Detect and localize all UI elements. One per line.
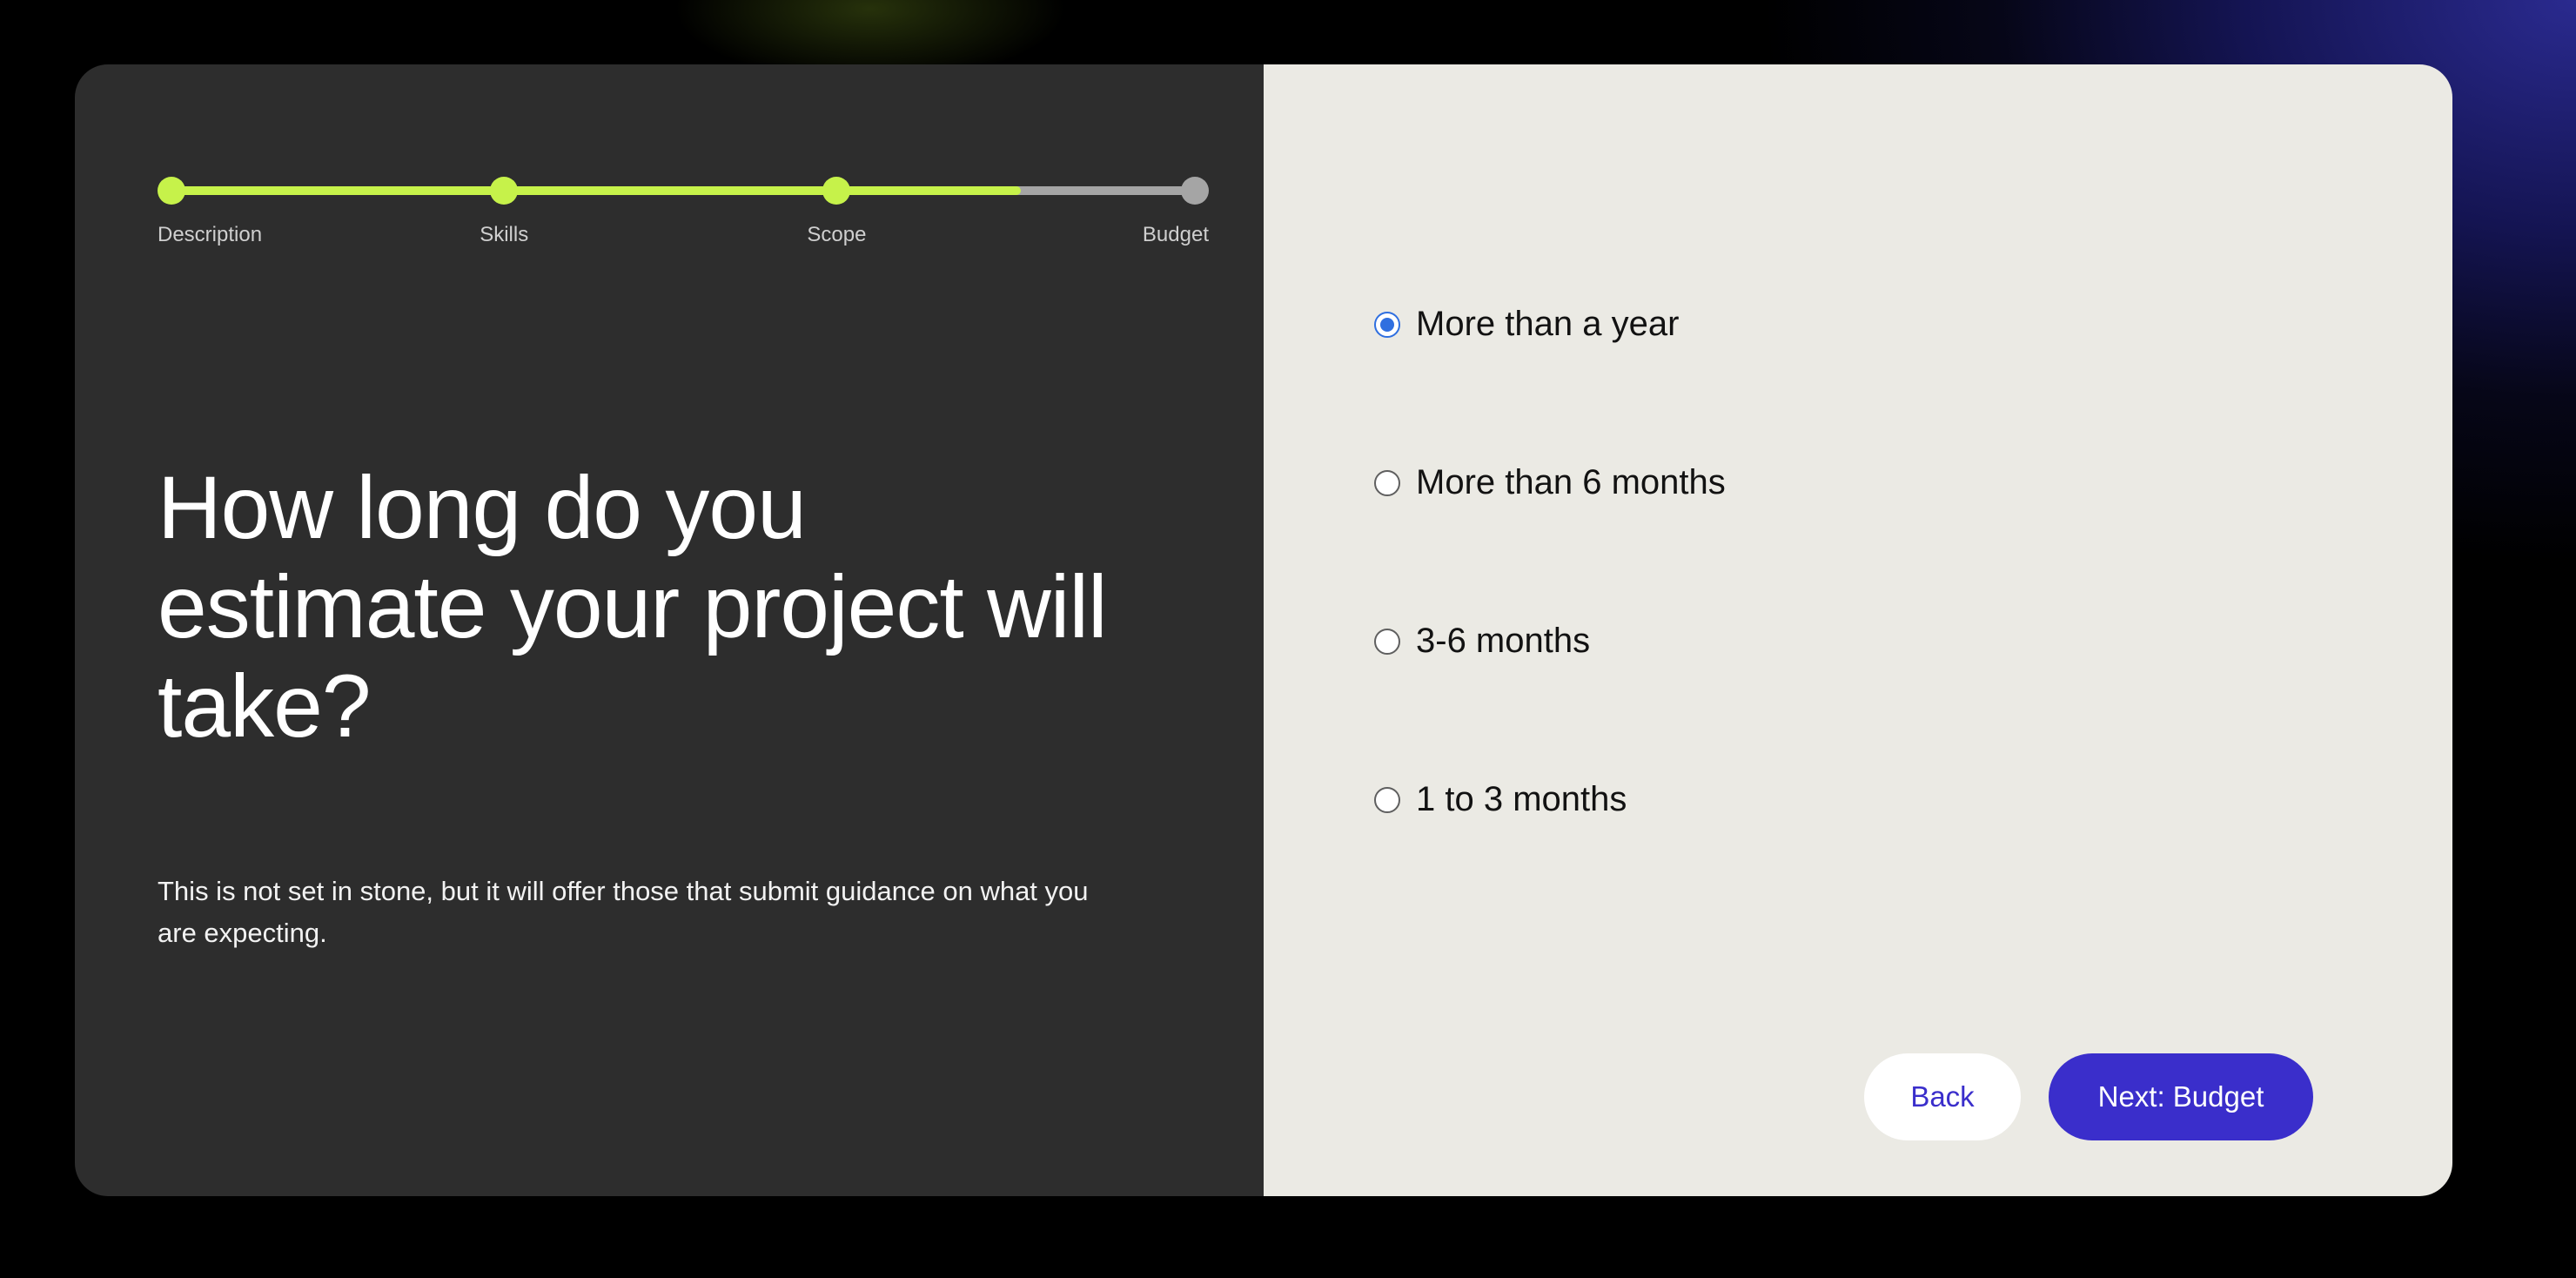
step-dot-scope [822, 177, 851, 205]
step-dot-skills [490, 177, 519, 205]
radio-1-to-3-months[interactable] [1374, 786, 1400, 813]
question-title: How long do you estimate your project wi… [158, 458, 1108, 756]
option-more-than-6-months[interactable]: More than 6 months [1374, 463, 1726, 502]
radio-more-than-a-year[interactable] [1374, 311, 1400, 338]
option-label: More than 6 months [1416, 463, 1726, 501]
step-label-budget: Budget [1142, 223, 1209, 246]
radio-more-than-6-months[interactable] [1374, 469, 1400, 496]
question-helper-text: This is not set in stone, but it will of… [158, 876, 1089, 948]
question-panel: Description Skills Scope Budget How long… [75, 64, 1264, 1196]
progress-track-fill [171, 186, 1022, 195]
option-3-6-months[interactable]: 3-6 months [1374, 622, 1590, 661]
option-more-than-a-year[interactable]: More than a year [1374, 305, 1679, 344]
progress-stepper: Description Skills Scope Budget [158, 174, 1209, 246]
next-budget-button[interactable]: Next: Budget [2049, 1053, 2313, 1140]
radio-3-6-months[interactable] [1374, 628, 1400, 655]
step-dot-description [158, 177, 185, 205]
option-label: 3-6 months [1416, 622, 1591, 660]
step-label-skills: Skills [480, 223, 529, 246]
project-form-card: Description Skills Scope Budget How long… [75, 64, 2452, 1196]
step-dot-budget [1181, 177, 1209, 205]
option-label: More than a year [1416, 305, 1680, 343]
back-button[interactable]: Back [1864, 1053, 2021, 1140]
step-label-description: Description [158, 223, 263, 246]
option-1-to-3-months[interactable]: 1 to 3 months [1374, 780, 1627, 819]
step-label-scope: Scope [807, 223, 867, 246]
progress-track [171, 186, 1195, 195]
option-label: 1 to 3 months [1416, 780, 1627, 818]
